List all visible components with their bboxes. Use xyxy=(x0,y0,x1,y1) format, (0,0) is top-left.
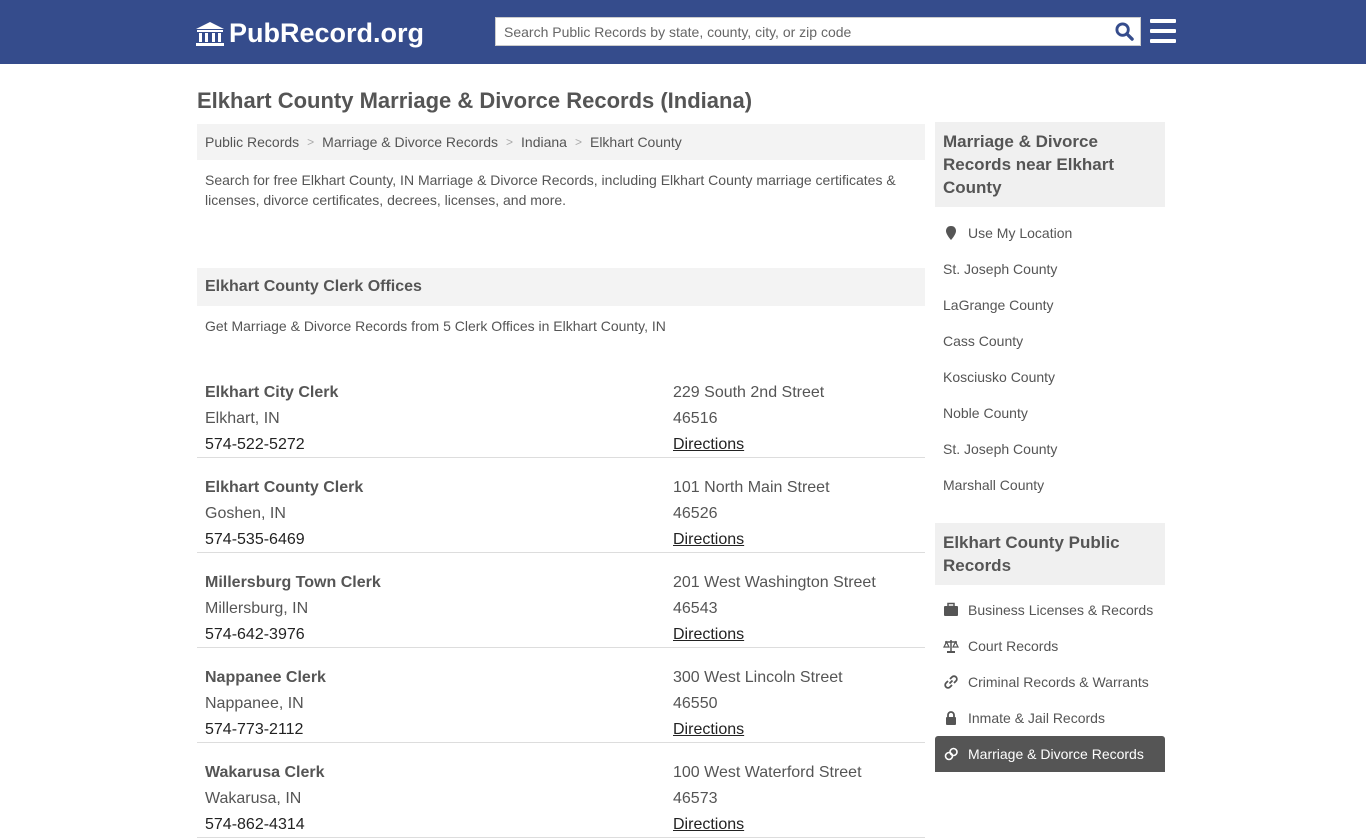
directions-link[interactable]: Directions xyxy=(673,432,824,458)
office-name[interactable]: Elkhart City Clerk xyxy=(205,380,338,406)
nearby-county-link[interactable]: LaGrange County xyxy=(935,287,1165,323)
public-record-label: Inmate & Jail Records xyxy=(968,710,1105,726)
public-record-link[interactable]: Court Records xyxy=(935,628,1165,664)
breadcrumb-public-records[interactable]: Public Records xyxy=(205,134,299,150)
office-city: Goshen, IN xyxy=(205,505,286,522)
office-name[interactable]: Nappanee Clerk xyxy=(205,665,326,691)
lock-icon xyxy=(946,711,956,725)
office-city: Nappanee, IN xyxy=(205,695,304,712)
office-phone[interactable]: 574-862-4314 xyxy=(205,812,324,838)
use-my-location-link[interactable]: Use My Location xyxy=(935,215,1165,251)
main-content: Public Records > Marriage & Divorce Recor… xyxy=(197,124,925,838)
office-listing: Nappanee Clerk Nappanee, IN 574-773-2112 30… xyxy=(197,648,925,743)
office-phone[interactable]: 574-642-3976 xyxy=(205,622,381,648)
chevron-right-icon: > xyxy=(506,135,514,149)
office-zip: 46550 xyxy=(673,695,718,712)
link-icon xyxy=(944,675,958,689)
search-button[interactable] xyxy=(1108,18,1140,45)
breadcrumb: Public Records > Marriage & Divorce Recor… xyxy=(197,124,925,160)
rings-icon xyxy=(944,747,958,761)
office-listing: Millersburg Town Clerk Millersburg, IN 574… xyxy=(197,553,925,648)
public-record-link[interactable]: Inmate & Jail Records xyxy=(935,700,1165,736)
hamburger-menu-icon[interactable] xyxy=(1150,19,1176,43)
intro-text: Search for free Elkhart County, IN Marri… xyxy=(205,172,896,208)
sidebar-nearby: Marriage & Divorce Records near Elkhart … xyxy=(935,122,1165,503)
public-record-label: Criminal Records & Warrants xyxy=(968,674,1149,690)
courthouse-icon xyxy=(196,21,224,46)
office-street: 201 West Washington Street xyxy=(673,574,876,591)
section-subtitle: Get Marriage & Divorce Records from 5 Cl… xyxy=(205,318,666,334)
use-my-location-label: Use My Location xyxy=(968,225,1073,241)
nearby-county-link[interactable]: St. Joseph County xyxy=(935,431,1165,467)
page-title: Elkhart County Marriage & Divorce Record… xyxy=(197,88,753,113)
office-name[interactable]: Wakarusa Clerk xyxy=(205,760,324,786)
nearby-title: Marriage & Divorce Records near Elkhart … xyxy=(935,122,1165,207)
nearby-county-link[interactable]: Noble County xyxy=(935,395,1165,431)
office-zip: 46573 xyxy=(673,790,718,807)
public-records-title: Elkhart County Public Records xyxy=(935,523,1165,585)
chevron-right-icon: > xyxy=(307,135,315,149)
nearby-county-link[interactable]: Cass County xyxy=(935,323,1165,359)
scales-icon xyxy=(943,640,959,653)
office-city: Elkhart, IN xyxy=(205,410,280,427)
breadcrumb-elkhart-county[interactable]: Elkhart County xyxy=(590,134,682,150)
directions-link[interactable]: Directions xyxy=(673,527,830,553)
public-record-label: Marriage & Divorce Records xyxy=(968,746,1144,762)
public-record-link[interactable]: Business Licenses & Records xyxy=(935,592,1165,628)
directions-link[interactable]: Directions xyxy=(673,812,862,838)
directions-link[interactable]: Directions xyxy=(673,622,876,648)
office-name[interactable]: Millersburg Town Clerk xyxy=(205,570,381,596)
office-phone[interactable]: 574-535-6469 xyxy=(205,527,363,553)
public-record-label: Court Records xyxy=(968,638,1059,654)
office-street: 229 South 2nd Street xyxy=(673,384,825,401)
public-record-label: Business Licenses & Records xyxy=(968,602,1154,618)
briefcase-icon xyxy=(944,602,958,616)
office-listing: Elkhart City Clerk Elkhart, IN 574-522-527… xyxy=(197,363,925,458)
search-bar xyxy=(495,17,1141,46)
sidebar-public-records: Elkhart County Public Records Business L… xyxy=(935,523,1165,772)
office-city: Wakarusa, IN xyxy=(205,790,302,807)
office-phone[interactable]: 574-522-5272 xyxy=(205,432,338,458)
office-street: 100 West Waterford Street xyxy=(673,764,862,781)
office-zip: 46526 xyxy=(673,505,718,522)
chevron-right-icon: > xyxy=(574,135,582,149)
office-name[interactable]: Elkhart County Clerk xyxy=(205,475,363,501)
public-record-link[interactable]: Criminal Records & Warrants xyxy=(935,664,1165,700)
nearby-county-link[interactable]: Marshall County xyxy=(935,467,1165,503)
office-listing: Elkhart County Clerk Goshen, IN 574-535-64… xyxy=(197,458,925,553)
office-listing: Wakarusa Clerk Wakarusa, IN 574-862-4314 10… xyxy=(197,743,925,838)
office-zip: 46543 xyxy=(673,600,718,617)
breadcrumb-marriage-divorce[interactable]: Marriage & Divorce Records xyxy=(322,134,498,150)
office-city: Millersburg, IN xyxy=(205,600,309,617)
directions-link[interactable]: Directions xyxy=(673,717,843,743)
search-icon xyxy=(1114,22,1134,41)
breadcrumb-indiana[interactable]: Indiana xyxy=(521,134,567,150)
map-pin-icon xyxy=(946,226,956,240)
public-record-link[interactable]: Marriage & Divorce Records xyxy=(935,736,1165,772)
nearby-county-link[interactable]: Kosciusko County xyxy=(935,359,1165,395)
search-input[interactable] xyxy=(496,18,1108,45)
office-street: 300 West Lincoln Street xyxy=(673,669,843,686)
office-street: 101 North Main Street xyxy=(673,479,830,496)
office-phone[interactable]: 574-773-2112 xyxy=(205,717,326,743)
logo-text: PubRecord.org xyxy=(229,18,425,48)
nearby-county-link[interactable]: St. Joseph County xyxy=(935,251,1165,287)
site-logo[interactable]: PubRecord.org xyxy=(195,18,424,49)
site-header: PubRecord.org xyxy=(0,0,1366,64)
office-zip: 46516 xyxy=(673,410,718,427)
section-title: Elkhart County Clerk Offices xyxy=(197,268,925,306)
